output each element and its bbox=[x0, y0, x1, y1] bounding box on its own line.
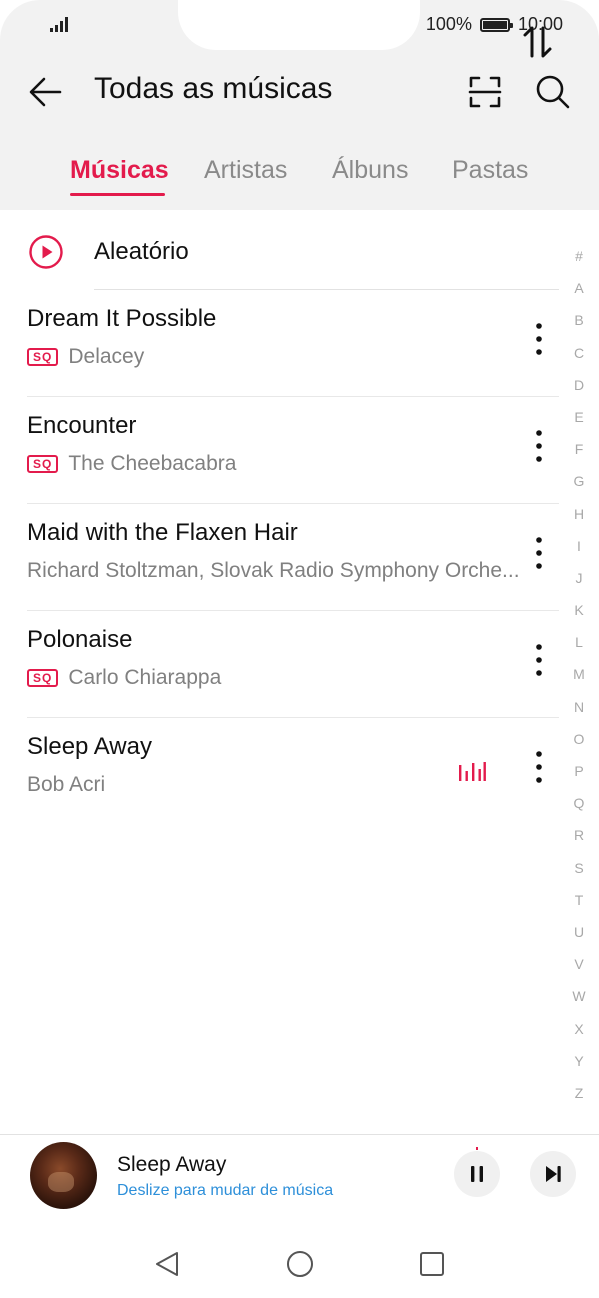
song-row[interactable]: Encounter SQ The Cheebacabra bbox=[0, 397, 560, 504]
alphabet-index-letter[interactable]: J bbox=[565, 562, 593, 594]
shuffle-all-button[interactable]: Aleatório bbox=[0, 210, 560, 290]
now-playing-equalizer-icon bbox=[459, 762, 486, 781]
alphabet-index-letter[interactable]: C bbox=[565, 337, 593, 369]
alphabet-index-letter[interactable]: S bbox=[565, 852, 593, 884]
battery-icon bbox=[479, 17, 513, 32]
back-arrow-icon bbox=[29, 77, 62, 107]
song-title: Sleep Away bbox=[27, 733, 152, 760]
nav-recents-square-icon bbox=[420, 1252, 444, 1276]
mini-player[interactable]: Sleep Away Deslize para mudar de música bbox=[0, 1135, 599, 1230]
sort-button[interactable] bbox=[520, 22, 556, 62]
next-track-button[interactable] bbox=[530, 1151, 576, 1197]
song-row[interactable]: Sleep Away Bob Acri bbox=[0, 718, 560, 825]
more-options-button[interactable] bbox=[526, 531, 552, 575]
alphabet-index-letter[interactable]: R bbox=[565, 819, 593, 851]
sq-badge: SQ bbox=[27, 669, 59, 687]
alphabet-index-letter[interactable]: Y bbox=[565, 1045, 593, 1077]
more-options-button[interactable] bbox=[526, 317, 552, 361]
alphabet-index-letter[interactable]: Z bbox=[565, 1077, 593, 1109]
playback-progress-indicator bbox=[476, 1147, 478, 1150]
battery-percent: 100% bbox=[425, 14, 472, 34]
sq-badge: SQ bbox=[27, 348, 59, 366]
song-title: Polonaise bbox=[27, 626, 133, 653]
song-title: Dream It Possible bbox=[27, 305, 217, 332]
alphabet-index-letter[interactable]: E bbox=[565, 401, 593, 433]
pause-button[interactable] bbox=[454, 1151, 500, 1197]
song-row[interactable]: Maid with the Flaxen Hair Richard Stoltz… bbox=[0, 504, 560, 611]
nav-back-button[interactable] bbox=[149, 1246, 185, 1282]
system-navigation-bar bbox=[0, 1230, 599, 1298]
more-vertical-icon bbox=[536, 323, 542, 355]
nav-back-triangle-icon bbox=[156, 1252, 178, 1276]
alphabet-index-letter[interactable]: I bbox=[565, 530, 593, 562]
swipe-hint: Deslize para mudar de música bbox=[117, 1182, 334, 1199]
alphabet-index-letter[interactable]: B bbox=[565, 304, 593, 336]
alphabet-index-letter[interactable]: F bbox=[565, 433, 593, 465]
song-artist: The Cheebacabra bbox=[68, 452, 237, 475]
scan-button[interactable] bbox=[465, 72, 505, 112]
alphabet-index-letter[interactable]: X bbox=[565, 1013, 593, 1045]
alphabet-index-letter[interactable]: V bbox=[565, 948, 593, 980]
page-title: Todas as músicas bbox=[94, 72, 333, 105]
search-icon bbox=[536, 75, 570, 109]
more-options-button[interactable] bbox=[526, 745, 552, 789]
song-title: Maid with the Flaxen Hair bbox=[27, 519, 298, 546]
alphabet-index-letter[interactable]: # bbox=[565, 240, 593, 272]
alphabet-index-scrollbar[interactable]: # A B C D E F G H I J K L M N O P Q R S T U V W X Y Z bbox=[565, 240, 593, 1109]
tab-pastas[interactable]: Pastas bbox=[452, 156, 528, 185]
alphabet-index-letter[interactable]: M bbox=[565, 658, 593, 690]
more-vertical-icon bbox=[536, 644, 542, 676]
skip-next-icon bbox=[546, 1166, 561, 1182]
alphabet-index-letter[interactable]: O bbox=[565, 723, 593, 755]
alphabet-index-letter[interactable]: T bbox=[565, 884, 593, 916]
alphabet-index-letter[interactable]: K bbox=[565, 594, 593, 626]
tab-artistas[interactable]: Artistas bbox=[204, 156, 287, 185]
alphabet-index-letter[interactable]: P bbox=[565, 755, 593, 787]
more-vertical-icon bbox=[536, 430, 542, 462]
nav-home-button[interactable] bbox=[282, 1246, 318, 1282]
more-options-button[interactable] bbox=[526, 424, 552, 468]
song-artist: Delacey bbox=[68, 345, 145, 368]
song-subtitle: SQ Carlo Chiarappa bbox=[27, 666, 221, 690]
display-notch bbox=[178, 0, 420, 50]
album-art[interactable] bbox=[30, 1142, 97, 1209]
sq-badge: SQ bbox=[27, 455, 59, 473]
tab-musicas[interactable]: Músicas bbox=[70, 156, 169, 185]
nav-home-circle-icon bbox=[287, 1251, 313, 1277]
alphabet-index-letter[interactable]: U bbox=[565, 916, 593, 948]
alphabet-index-letter[interactable]: N bbox=[565, 691, 593, 723]
song-artist: Richard Stoltzman, Slovak Radio Symphony… bbox=[27, 559, 520, 582]
alphabet-index-letter[interactable]: D bbox=[565, 369, 593, 401]
alphabet-index-letter[interactable]: H bbox=[565, 498, 593, 530]
song-subtitle: Bob Acri bbox=[27, 773, 105, 797]
active-tab-indicator bbox=[70, 193, 165, 196]
shuffle-label: Aleatório bbox=[94, 238, 189, 265]
search-button[interactable] bbox=[531, 70, 575, 114]
alphabet-index-letter[interactable]: L bbox=[565, 626, 593, 658]
alphabet-index-letter[interactable]: A bbox=[565, 272, 593, 304]
now-playing-title: Sleep Away bbox=[117, 1153, 227, 1176]
song-artist: Bob Acri bbox=[27, 773, 106, 796]
nav-recents-button[interactable] bbox=[414, 1246, 450, 1282]
more-options-button[interactable] bbox=[526, 638, 552, 682]
alphabet-index-letter[interactable]: W bbox=[565, 980, 593, 1012]
scan-icon bbox=[468, 76, 502, 108]
alphabet-index-letter[interactable]: Q bbox=[565, 787, 593, 819]
song-artist: Carlo Chiarappa bbox=[68, 666, 222, 689]
more-vertical-icon bbox=[536, 537, 542, 569]
play-circle-icon bbox=[29, 235, 63, 269]
pause-icon bbox=[471, 1166, 483, 1182]
song-subtitle: Richard Stoltzman, Slovak Radio Symphony… bbox=[27, 559, 520, 583]
back-button[interactable] bbox=[26, 70, 66, 114]
song-row[interactable]: Polonaise SQ Carlo Chiarappa bbox=[0, 611, 560, 718]
tab-albuns[interactable]: Álbuns bbox=[332, 156, 408, 185]
song-subtitle: SQ The Cheebacabra bbox=[27, 452, 236, 476]
song-row[interactable]: Dream It Possible SQ Delacey bbox=[0, 290, 560, 397]
alphabet-index-letter[interactable]: G bbox=[565, 465, 593, 497]
song-subtitle: SQ Delacey bbox=[27, 345, 144, 369]
song-title: Encounter bbox=[27, 412, 137, 439]
signal-icon bbox=[50, 16, 68, 32]
more-vertical-icon bbox=[536, 751, 542, 783]
sort-icon bbox=[523, 26, 552, 58]
